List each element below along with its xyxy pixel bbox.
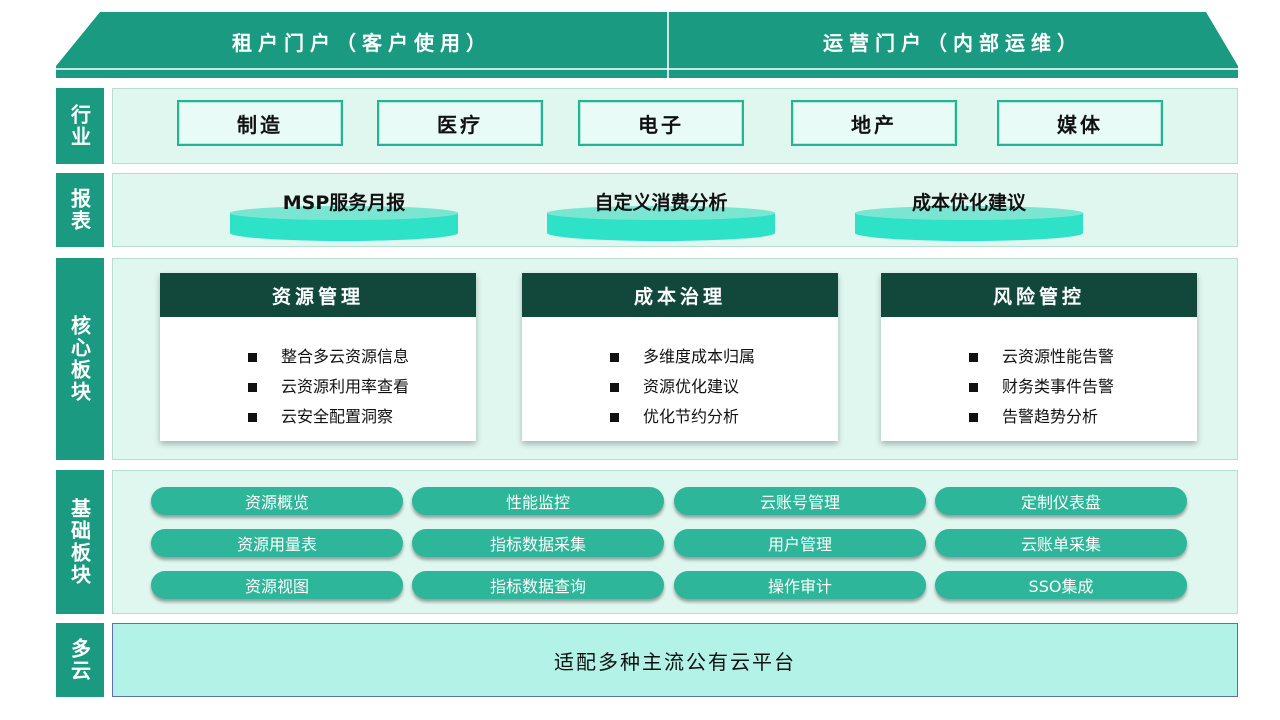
base-panel: 资源概览 性能监控 云账号管理 定制仪表盘 资源用量表 指标数据采集 用户管理 … [112, 470, 1238, 614]
base-resource-overview[interactable]: 资源概览 [151, 487, 403, 515]
industry-real-estate[interactable]: 地产 [791, 100, 957, 146]
industry-media[interactable]: 媒体 [997, 100, 1163, 146]
item-text: 财务类事件告警 [1002, 377, 1115, 396]
square-bullet-icon [248, 412, 257, 422]
square-bullet-icon [610, 382, 619, 392]
item-text: 多维度成本归属 [643, 347, 756, 366]
base-performance-monitor[interactable]: 性能监控 [412, 487, 664, 515]
ops-portal-title[interactable]: 运营门户（内部运维） [668, 26, 1238, 60]
list-item: 云资源性能告警 [969, 342, 1197, 372]
core-card-risk[interactable]: 风险管控 云资源性能告警 财务类事件告警 告警趋势分析 [881, 273, 1197, 441]
base-user-mgmt[interactable]: 用户管理 [674, 529, 926, 557]
cloud-panel: 适配多种主流公有云平台 [112, 623, 1238, 697]
item-text: 优化节约分析 [643, 407, 740, 426]
card-items: 云资源性能告警 财务类事件告警 告警趋势分析 [881, 317, 1197, 432]
industry-medical[interactable]: 医疗 [377, 100, 543, 146]
list-item: 云资源利用率查看 [248, 372, 476, 402]
square-bullet-icon [969, 412, 978, 422]
square-bullet-icon [969, 382, 978, 392]
base-metric-collect[interactable]: 指标数据采集 [412, 529, 664, 557]
base-resource-usage[interactable]: 资源用量表 [151, 529, 403, 557]
core-card-cost[interactable]: 成本治理 多维度成本归属 资源优化建议 优化节约分析 [522, 273, 838, 441]
row-label-cloud: 多云 [56, 623, 104, 697]
list-item: 资源优化建议 [610, 372, 838, 402]
base-bill-collect[interactable]: 云账单采集 [935, 529, 1187, 557]
card-title: 成本治理 [522, 273, 838, 317]
card-title: 资源管理 [160, 273, 476, 317]
base-cloud-account-mgmt[interactable]: 云账号管理 [674, 487, 926, 515]
report-label: 成本优化建议 [911, 192, 1026, 214]
tenant-portal-title[interactable]: 租户门户（客户使用） [56, 26, 668, 60]
report-label: 自定义消费分析 [594, 192, 728, 214]
report-cost-optimization[interactable]: 成本优化建议 [855, 184, 1083, 248]
base-operation-audit[interactable]: 操作审计 [674, 571, 926, 599]
industry-manufacturing[interactable]: 制造 [177, 100, 343, 146]
industry-electronics[interactable]: 电子 [578, 100, 744, 146]
square-bullet-icon [248, 352, 257, 362]
core-card-resource[interactable]: 资源管理 整合多云资源信息 云资源利用率查看 云安全配置洞察 [160, 273, 476, 441]
report-msp-monthly[interactable]: MSP服务月报 [230, 184, 458, 248]
square-bullet-icon [248, 382, 257, 392]
row-label-base: 基础板块 [56, 470, 104, 614]
card-title: 风险管控 [881, 273, 1197, 317]
row-label-core: 核心板块 [56, 258, 104, 460]
portal-roof: 租户门户（客户使用） 运营门户（内部运维） [56, 12, 1238, 82]
item-text: 云资源性能告警 [1002, 347, 1115, 366]
list-item: 云安全配置洞察 [248, 402, 476, 432]
row-label-report: 报表 [56, 173, 104, 247]
base-custom-dashboard[interactable]: 定制仪表盘 [935, 487, 1187, 515]
square-bullet-icon [610, 352, 619, 362]
base-sso-integration[interactable]: SSO集成 [935, 571, 1187, 599]
cloud-platform-text: 适配多种主流公有云平台 [554, 649, 796, 674]
square-bullet-icon [610, 412, 619, 422]
base-resource-view[interactable]: 资源视图 [151, 571, 403, 599]
report-panel: MSP服务月报 自定义消费分析 成本优化建议 [112, 173, 1238, 247]
list-item: 告警趋势分析 [969, 402, 1197, 432]
list-item: 优化节约分析 [610, 402, 838, 432]
report-label: MSP服务月报 [282, 192, 406, 214]
report-custom-consumption[interactable]: 自定义消费分析 [547, 184, 775, 248]
core-panel: 资源管理 整合多云资源信息 云资源利用率查看 云安全配置洞察 成本治理 多维度成… [112, 258, 1238, 460]
list-item: 多维度成本归属 [610, 342, 838, 372]
row-label-industry: 行业 [56, 88, 104, 164]
base-metric-query[interactable]: 指标数据查询 [412, 571, 664, 599]
industry-panel: 制造 医疗 电子 地产 媒体 [112, 88, 1238, 164]
item-text: 云安全配置洞察 [281, 407, 394, 426]
card-items: 多维度成本归属 资源优化建议 优化节约分析 [522, 317, 838, 432]
list-item: 财务类事件告警 [969, 372, 1197, 402]
card-items: 整合多云资源信息 云资源利用率查看 云安全配置洞察 [160, 317, 476, 432]
item-text: 资源优化建议 [643, 377, 740, 396]
list-item: 整合多云资源信息 [248, 342, 476, 372]
square-bullet-icon [969, 352, 978, 362]
item-text: 整合多云资源信息 [281, 347, 410, 366]
item-text: 云资源利用率查看 [281, 377, 410, 396]
item-text: 告警趋势分析 [1002, 407, 1099, 426]
